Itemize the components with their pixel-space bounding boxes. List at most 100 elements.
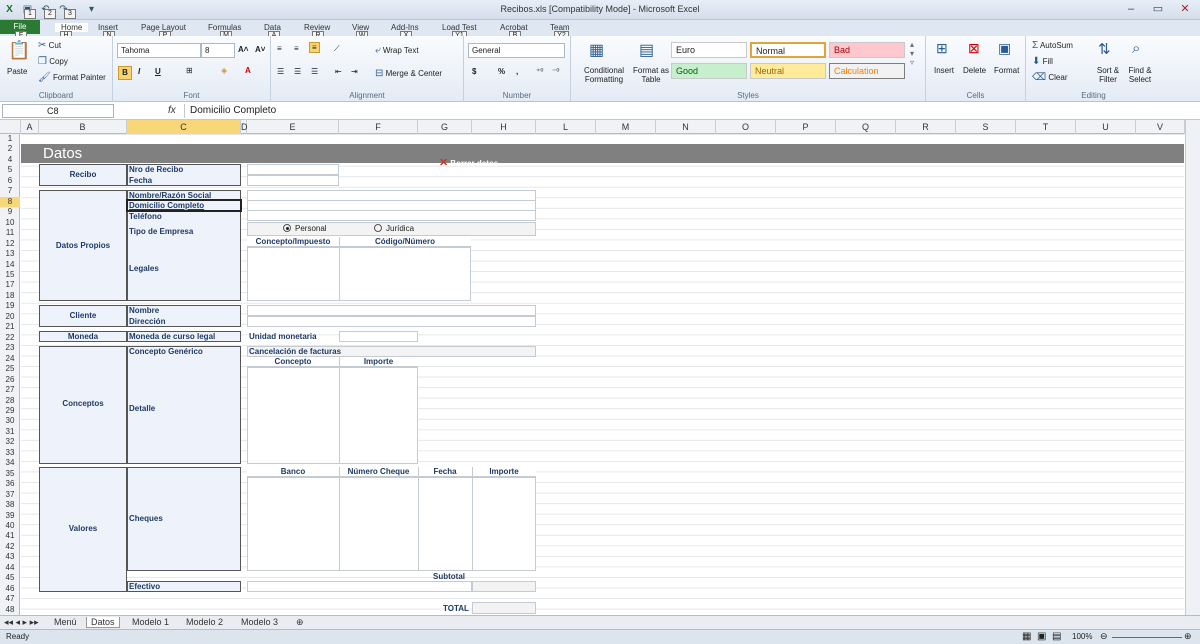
sheet-tab-modelo-3[interactable]: Modelo 3	[241, 617, 278, 627]
sheet-tab-menu[interactable]: Menú	[54, 617, 77, 627]
zoom-level[interactable]: 100%	[1072, 632, 1092, 641]
column-header[interactable]: C	[127, 120, 241, 134]
style-euro[interactable]: Euro	[671, 42, 747, 58]
font-name-select[interactable]: Tahoma	[117, 43, 201, 58]
input-telefono[interactable]	[247, 210, 536, 221]
copy-button[interactable]: Copy	[49, 57, 68, 66]
row-header[interactable]: 37	[0, 490, 20, 500]
column-header[interactable]: H	[472, 120, 536, 134]
input-unidad-monetaria[interactable]	[339, 331, 418, 342]
row-header[interactable]: 13	[0, 249, 20, 259]
row-header[interactable]: 32	[0, 437, 20, 447]
column-header[interactable]: Q	[836, 120, 896, 134]
align-left-icon[interactable]: ☰	[277, 67, 284, 76]
comma-button[interactable]: ,	[516, 67, 518, 76]
row-header[interactable]: 4	[0, 155, 20, 165]
vertical-scrollbar[interactable]	[1185, 120, 1200, 615]
currency-button[interactable]: $	[472, 67, 476, 76]
align-center-icon[interactable]: ☰	[294, 67, 301, 76]
row-header[interactable]: 1	[0, 134, 20, 144]
row-header[interactable]: 31	[0, 427, 20, 437]
column-header[interactable]: G	[418, 120, 472, 134]
column-header[interactable]: T	[1016, 120, 1076, 134]
row-header[interactable]: 5	[0, 165, 20, 175]
row-header[interactable]: 22	[0, 333, 20, 343]
row-header[interactable]: 21	[0, 322, 20, 332]
row-header[interactable]: 15	[0, 270, 20, 280]
row-header[interactable]: 26	[0, 375, 20, 385]
row-header[interactable]: 18	[0, 291, 20, 301]
number-format-select[interactable]: General	[468, 43, 565, 58]
insert-cells-button[interactable]: Insert	[934, 66, 954, 75]
input-cli-direccion[interactable]	[247, 316, 536, 327]
style-neutral[interactable]: Neutral	[750, 63, 826, 79]
row-header[interactable]: 8	[0, 196, 20, 208]
style-normal[interactable]: Normal	[750, 42, 826, 58]
percent-button[interactable]: %	[498, 67, 505, 76]
close-icon[interactable]: ✕	[1172, 1, 1198, 17]
row-header[interactable]: 40	[0, 521, 20, 531]
sheet-tab-modelo-1[interactable]: Modelo 1	[132, 617, 169, 627]
restore-icon[interactable]: ▭	[1145, 1, 1171, 17]
row-header[interactable]: 30	[0, 416, 20, 426]
row-header[interactable]: 36	[0, 479, 20, 489]
column-header[interactable]: S	[956, 120, 1016, 134]
column-header[interactable]: V	[1136, 120, 1185, 134]
row-header[interactable]: 28	[0, 396, 20, 406]
row-header[interactable]: 38	[0, 500, 20, 510]
find-select-button[interactable]: Find & Select	[1124, 66, 1156, 84]
italic-button[interactable]: I	[138, 67, 140, 76]
bold-button[interactable]: B	[118, 66, 132, 80]
worksheet-grid[interactable]: Datos ✕ Borrar datos Recibo Nro de Recibo…	[21, 134, 1184, 615]
decrease-decimal-icon[interactable]: ⁻⁰	[552, 67, 559, 76]
increase-indent-icon[interactable]: ⇥	[351, 67, 358, 76]
row-header[interactable]: 45	[0, 573, 20, 583]
row-header[interactable]: 41	[0, 531, 20, 541]
autosum-button[interactable]: AutoSum	[1040, 41, 1073, 50]
sheet-tab-datos[interactable]: Datos	[86, 617, 120, 628]
radio-juridica[interactable]: Jurídica	[374, 224, 414, 233]
row-header[interactable]: 43	[0, 552, 20, 562]
increase-decimal-icon[interactable]: ⁺⁰	[536, 67, 543, 76]
paste-button[interactable]: Paste	[7, 67, 27, 76]
column-header[interactable]: M	[596, 120, 656, 134]
cheques-table[interactable]	[247, 477, 536, 571]
zoom-in-icon[interactable]: ⊕	[1184, 631, 1192, 642]
style-calculation[interactable]: Calculation	[829, 63, 905, 79]
delete-cells-button[interactable]: Delete	[963, 66, 986, 75]
align-middle-icon[interactable]: ≡	[294, 44, 299, 53]
zoom-out-icon[interactable]: ⊖	[1100, 631, 1108, 642]
paste-icon[interactable]: 📋	[8, 40, 30, 61]
input-nro-recibo[interactable]	[247, 164, 339, 175]
wrap-text-button[interactable]: Wrap Text	[383, 46, 419, 55]
row-header[interactable]: 27	[0, 385, 20, 395]
column-header[interactable]: U	[1076, 120, 1136, 134]
style-bad[interactable]: Bad	[829, 42, 905, 58]
zoom-slider[interactable]	[1112, 637, 1182, 638]
minimize-icon[interactable]: –	[1118, 1, 1144, 17]
font-size-select[interactable]: 8	[201, 43, 235, 58]
column-header[interactable]: R	[896, 120, 956, 134]
row-header[interactable]: 17	[0, 280, 20, 290]
row-header[interactable]: 6	[0, 176, 20, 186]
column-header[interactable]: P	[776, 120, 836, 134]
row-header[interactable]: 19	[0, 301, 20, 311]
cut-button[interactable]: Cut	[49, 41, 61, 50]
merge-center-button[interactable]: Merge & Center	[386, 69, 442, 78]
row-header[interactable]: 29	[0, 406, 20, 416]
formula-input[interactable]: Domicilio Completo	[184, 104, 1194, 118]
shrink-font-icon[interactable]: A˅	[255, 45, 265, 54]
name-box[interactable]: C8	[2, 104, 114, 118]
page-layout-view-icon[interactable]: ▣	[1037, 631, 1046, 642]
format-cells-button[interactable]: Format	[994, 66, 1019, 75]
align-bottom-icon[interactable]: ≡	[309, 42, 320, 53]
row-header[interactable]: 11	[0, 228, 20, 238]
row-header[interactable]: 44	[0, 563, 20, 573]
row-header[interactable]: 20	[0, 312, 20, 322]
row-header[interactable]: 14	[0, 260, 20, 270]
fill-color-icon[interactable]: ◈	[221, 66, 227, 75]
radio-personal[interactable]: Personal	[283, 224, 327, 233]
sheet-tab-modelo-2[interactable]: Modelo 2	[186, 617, 223, 627]
sort-filter-button[interactable]: Sort & Filter	[1092, 66, 1124, 84]
row-header[interactable]: 7	[0, 186, 20, 196]
